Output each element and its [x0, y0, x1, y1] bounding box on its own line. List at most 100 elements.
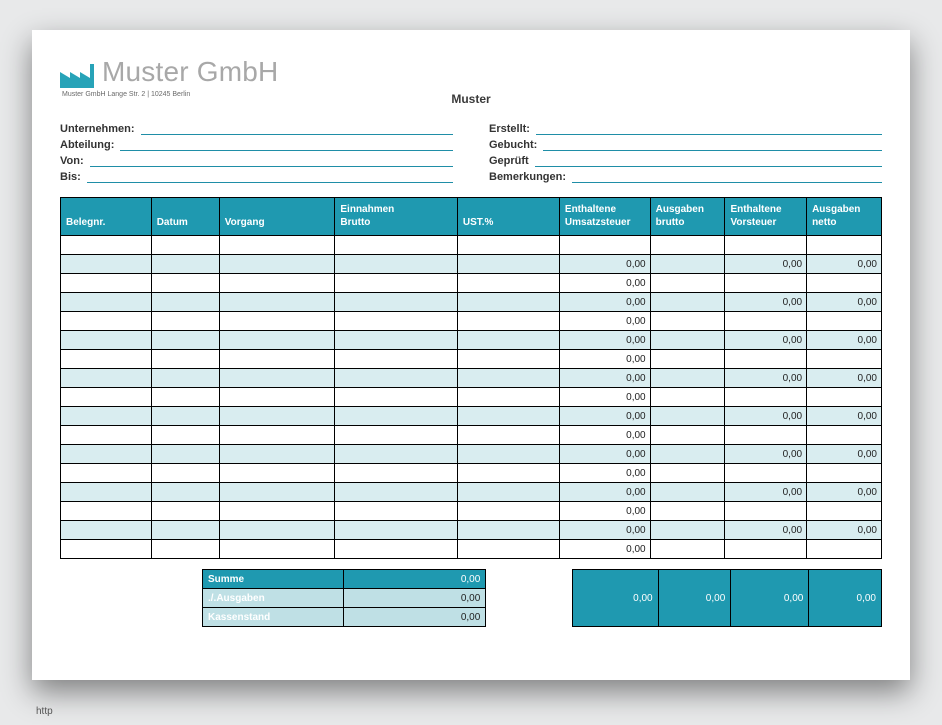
table-cell[interactable]: [219, 388, 335, 407]
table-cell[interactable]: 0,00: [807, 293, 882, 312]
table-cell[interactable]: [335, 331, 457, 350]
table-cell[interactable]: [650, 331, 725, 350]
table-cell[interactable]: 0,00: [807, 369, 882, 388]
table-cell[interactable]: [61, 369, 152, 388]
meta-input-line[interactable]: [543, 138, 882, 151]
table-cell[interactable]: [457, 502, 559, 521]
table-cell[interactable]: [151, 312, 219, 331]
table-cell[interactable]: [61, 274, 152, 293]
table-cell[interactable]: [457, 331, 559, 350]
meta-input-line[interactable]: [90, 154, 453, 167]
table-cell[interactable]: 0,00: [807, 407, 882, 426]
meta-input-line[interactable]: [535, 154, 882, 167]
table-cell[interactable]: [807, 388, 882, 407]
table-cell[interactable]: [807, 350, 882, 369]
table-cell[interactable]: [61, 312, 152, 331]
table-cell[interactable]: [457, 293, 559, 312]
table-cell[interactable]: [335, 407, 457, 426]
table-cell[interactable]: [807, 540, 882, 559]
table-cell[interactable]: [61, 388, 152, 407]
table-cell[interactable]: [650, 483, 725, 502]
meta-input-line[interactable]: [120, 138, 453, 151]
table-cell[interactable]: [61, 350, 152, 369]
table-cell[interactable]: [650, 464, 725, 483]
table-cell[interactable]: [650, 255, 725, 274]
table-cell[interactable]: [335, 540, 457, 559]
table-cell[interactable]: [219, 255, 335, 274]
table-cell[interactable]: [335, 255, 457, 274]
table-cell[interactable]: [725, 388, 807, 407]
table-cell[interactable]: [61, 464, 152, 483]
table-cell[interactable]: [151, 483, 219, 502]
table-cell[interactable]: [61, 255, 152, 274]
table-cell[interactable]: [335, 388, 457, 407]
table-cell[interactable]: [807, 502, 882, 521]
table-cell[interactable]: 0,00: [725, 331, 807, 350]
table-cell[interactable]: [650, 426, 725, 445]
table-cell[interactable]: [457, 369, 559, 388]
table-cell[interactable]: 0,00: [725, 445, 807, 464]
table-cell[interactable]: 0,00: [559, 274, 650, 293]
table-cell[interactable]: 0,00: [559, 293, 650, 312]
table-cell[interactable]: 0,00: [807, 255, 882, 274]
table-cell[interactable]: [335, 236, 457, 255]
table-cell[interactable]: [151, 407, 219, 426]
table-cell[interactable]: [61, 407, 152, 426]
table-cell[interactable]: 0,00: [559, 540, 650, 559]
meta-input-line[interactable]: [141, 122, 453, 135]
table-cell[interactable]: [457, 236, 559, 255]
table-cell[interactable]: [151, 426, 219, 445]
table-cell[interactable]: [219, 274, 335, 293]
table-cell[interactable]: [151, 274, 219, 293]
table-cell[interactable]: 0,00: [559, 521, 650, 540]
table-cell[interactable]: 0,00: [559, 369, 650, 388]
table-cell[interactable]: [151, 236, 219, 255]
table-cell[interactable]: [457, 312, 559, 331]
table-cell[interactable]: [457, 388, 559, 407]
table-cell[interactable]: [335, 445, 457, 464]
table-cell[interactable]: [807, 464, 882, 483]
table-cell[interactable]: [457, 540, 559, 559]
table-cell[interactable]: [650, 445, 725, 464]
table-cell[interactable]: 0,00: [559, 350, 650, 369]
table-cell[interactable]: 0,00: [559, 255, 650, 274]
table-cell[interactable]: [807, 426, 882, 445]
table-cell[interactable]: [457, 445, 559, 464]
table-cell[interactable]: [151, 369, 219, 388]
table-cell[interactable]: [650, 274, 725, 293]
table-cell[interactable]: [219, 502, 335, 521]
table-cell[interactable]: 0,00: [725, 521, 807, 540]
table-cell[interactable]: 0,00: [807, 483, 882, 502]
table-cell[interactable]: [151, 255, 219, 274]
table-cell[interactable]: [61, 521, 152, 540]
table-cell[interactable]: [335, 293, 457, 312]
table-cell[interactable]: [151, 388, 219, 407]
table-cell[interactable]: 0,00: [559, 483, 650, 502]
table-cell[interactable]: [219, 483, 335, 502]
table-cell[interactable]: [725, 350, 807, 369]
table-cell[interactable]: [151, 350, 219, 369]
table-cell[interactable]: [219, 236, 335, 255]
table-cell[interactable]: [807, 274, 882, 293]
table-cell[interactable]: 0,00: [725, 369, 807, 388]
table-cell[interactable]: [61, 293, 152, 312]
meta-input-line[interactable]: [87, 170, 453, 183]
meta-input-line[interactable]: [536, 122, 882, 135]
table-cell[interactable]: [219, 293, 335, 312]
table-cell[interactable]: [61, 483, 152, 502]
table-cell[interactable]: [61, 445, 152, 464]
table-cell[interactable]: [151, 502, 219, 521]
table-cell[interactable]: [335, 464, 457, 483]
table-cell[interactable]: [219, 312, 335, 331]
table-cell[interactable]: 0,00: [807, 521, 882, 540]
table-cell[interactable]: [457, 255, 559, 274]
table-cell[interactable]: 0,00: [725, 293, 807, 312]
table-cell[interactable]: [151, 521, 219, 540]
table-cell[interactable]: [151, 464, 219, 483]
table-cell[interactable]: 0,00: [559, 331, 650, 350]
table-cell[interactable]: [807, 312, 882, 331]
table-cell[interactable]: [457, 483, 559, 502]
table-cell[interactable]: [725, 540, 807, 559]
table-cell[interactable]: [219, 350, 335, 369]
table-cell[interactable]: [151, 293, 219, 312]
